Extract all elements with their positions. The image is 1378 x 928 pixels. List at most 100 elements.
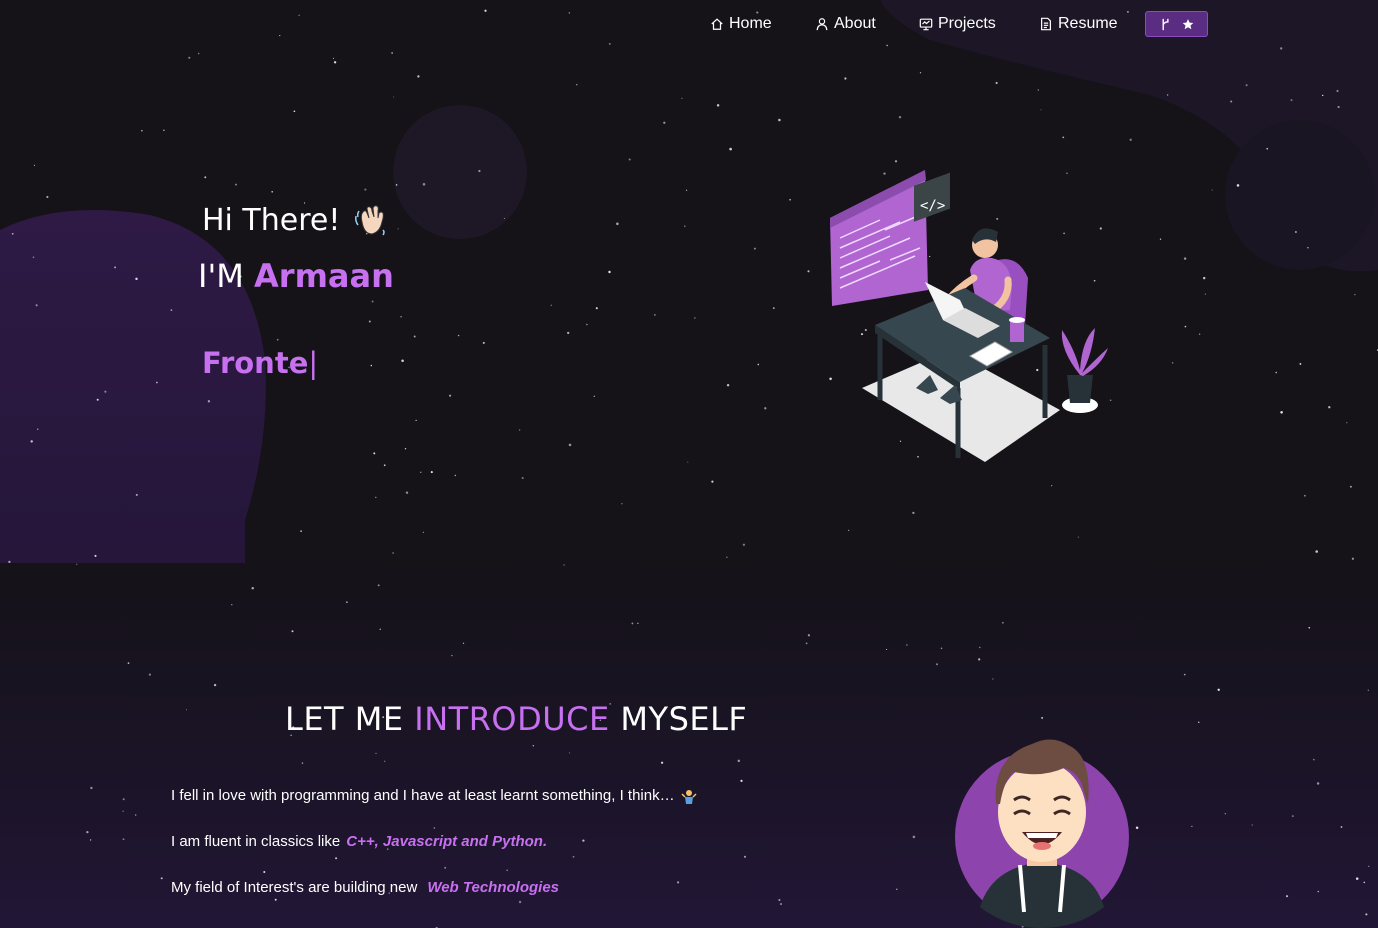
star xyxy=(127,662,130,664)
star xyxy=(1002,621,1004,624)
star xyxy=(413,335,416,338)
star xyxy=(234,183,238,186)
star xyxy=(1037,89,1039,91)
star xyxy=(726,556,728,558)
intro-heading-part2: MYSELF xyxy=(620,700,748,738)
star xyxy=(716,104,720,107)
star xyxy=(518,429,521,431)
star xyxy=(8,560,11,564)
star xyxy=(1041,716,1044,719)
star xyxy=(778,118,781,122)
star xyxy=(778,898,781,902)
star xyxy=(1349,485,1352,488)
star xyxy=(593,395,595,397)
star xyxy=(251,586,254,590)
star xyxy=(335,857,338,860)
star xyxy=(1245,84,1248,87)
star xyxy=(276,338,279,341)
star xyxy=(1307,247,1309,249)
star xyxy=(563,564,565,566)
intro-paragraph-3-highlight: Web Technologies xyxy=(427,879,560,896)
star xyxy=(568,752,571,754)
nav-about[interactable]: About xyxy=(815,13,876,35)
avatar-illustration xyxy=(955,739,1129,928)
star xyxy=(301,762,304,764)
star xyxy=(395,184,398,186)
nav-resume[interactable]: Resume xyxy=(1039,13,1118,35)
star xyxy=(1172,362,1174,364)
star xyxy=(896,888,898,890)
star xyxy=(1184,325,1187,328)
star xyxy=(371,300,374,303)
star xyxy=(1211,189,1213,191)
star xyxy=(1299,362,1302,365)
star xyxy=(789,199,791,201)
intro-paragraph-2: I am fluent in classics like C++, Javasc… xyxy=(171,833,547,850)
star xyxy=(37,428,39,430)
star xyxy=(185,709,188,711)
star xyxy=(572,855,575,858)
star xyxy=(1351,557,1354,560)
nav-about-label: About xyxy=(834,15,876,32)
star xyxy=(204,176,207,179)
star xyxy=(32,256,35,259)
star xyxy=(1367,689,1369,691)
typewriter-cursor: | xyxy=(308,346,319,380)
star xyxy=(373,452,376,455)
star xyxy=(805,642,808,645)
star xyxy=(1198,333,1201,335)
star xyxy=(160,877,163,880)
star xyxy=(1183,257,1187,260)
star xyxy=(451,654,453,657)
star xyxy=(1183,673,1186,676)
nav-projects-label: Projects xyxy=(938,15,996,32)
star xyxy=(333,61,337,64)
star xyxy=(368,320,371,323)
star xyxy=(1365,913,1368,916)
hero-name: Armaan xyxy=(254,257,394,295)
star xyxy=(1236,184,1240,187)
star xyxy=(616,222,619,226)
star xyxy=(1291,815,1294,818)
star-icon xyxy=(1182,18,1193,29)
star xyxy=(1346,422,1348,424)
star xyxy=(1202,276,1206,280)
nav-home[interactable]: Home xyxy=(710,13,772,35)
star xyxy=(1317,890,1320,893)
star xyxy=(753,247,756,250)
star xyxy=(433,827,435,829)
star xyxy=(263,870,266,874)
star xyxy=(1040,109,1042,111)
intro-heading-part1: LET ME xyxy=(285,700,404,738)
star xyxy=(1077,536,1079,538)
star xyxy=(737,759,741,763)
star xyxy=(293,110,296,113)
star xyxy=(1285,895,1289,898)
star xyxy=(726,383,730,387)
star xyxy=(1159,238,1162,240)
star xyxy=(1336,89,1339,93)
star xyxy=(912,835,916,839)
star xyxy=(711,480,714,483)
developer-at-desk-illustration: </> xyxy=(830,170,1108,462)
star xyxy=(332,57,335,60)
star xyxy=(1062,136,1065,139)
star xyxy=(430,471,433,474)
star xyxy=(628,158,631,161)
star xyxy=(1316,782,1320,785)
star xyxy=(992,678,994,680)
star xyxy=(462,642,465,644)
star xyxy=(740,779,743,783)
star xyxy=(76,563,78,565)
star xyxy=(506,869,508,871)
greeting-text: Hi There! xyxy=(202,202,341,238)
star xyxy=(1198,721,1200,723)
star xyxy=(1294,231,1297,233)
waving-hand-icon xyxy=(355,205,386,236)
github-fork-star-button[interactable] xyxy=(1145,11,1208,37)
star xyxy=(370,364,373,367)
star xyxy=(291,630,294,633)
git-fork-icon xyxy=(1162,18,1169,30)
nav-projects[interactable]: Projects xyxy=(919,13,996,35)
star xyxy=(1290,99,1293,102)
